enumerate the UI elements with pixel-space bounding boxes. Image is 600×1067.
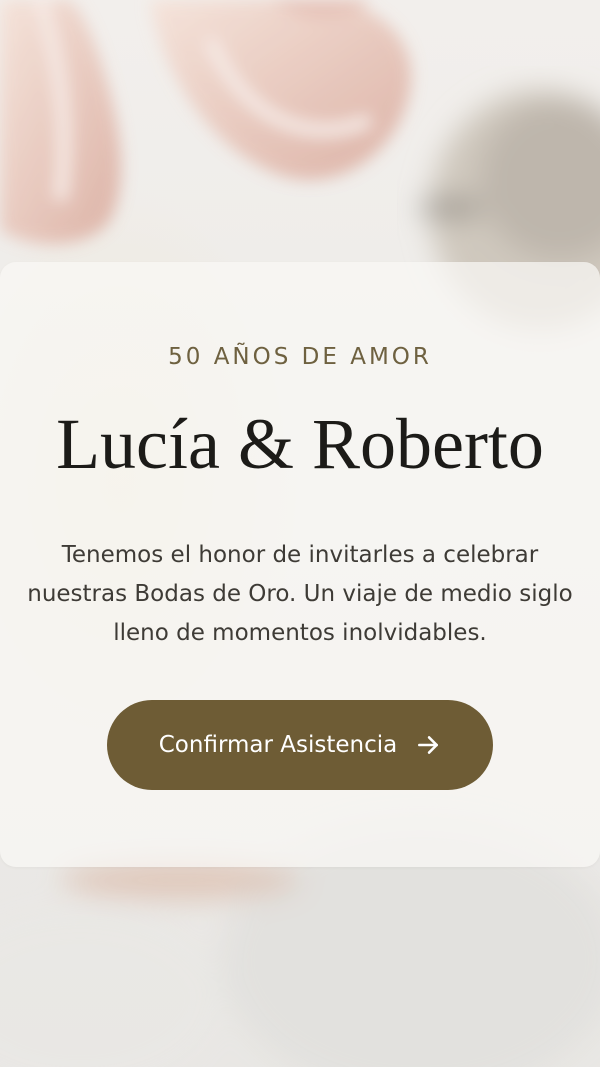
invitation-text-line: nuestras Bodas de Oro. Un viaje de medio… — [27, 581, 573, 607]
invitation-text-line: lleno de momentos inolvidables. — [113, 620, 487, 646]
couple-names-title: Lucía & Roberto — [56, 404, 544, 484]
invitation-text: Tenemos el honor de invitarles a celebra… — [20, 536, 580, 653]
invitation-card: 50 AÑOS DE AMOR Lucía & Roberto Tenemos … — [0, 262, 600, 867]
confirm-attendance-label: Confirmar Asistencia — [158, 732, 398, 758]
anniversary-eyebrow: 50 AÑOS DE AMOR — [168, 344, 432, 370]
invitation-text-line: Tenemos el honor de invitarles a celebra… — [61, 542, 539, 568]
confirm-attendance-button[interactable]: Confirmar Asistencia — [107, 700, 493, 790]
arrow-right-icon — [415, 732, 441, 758]
